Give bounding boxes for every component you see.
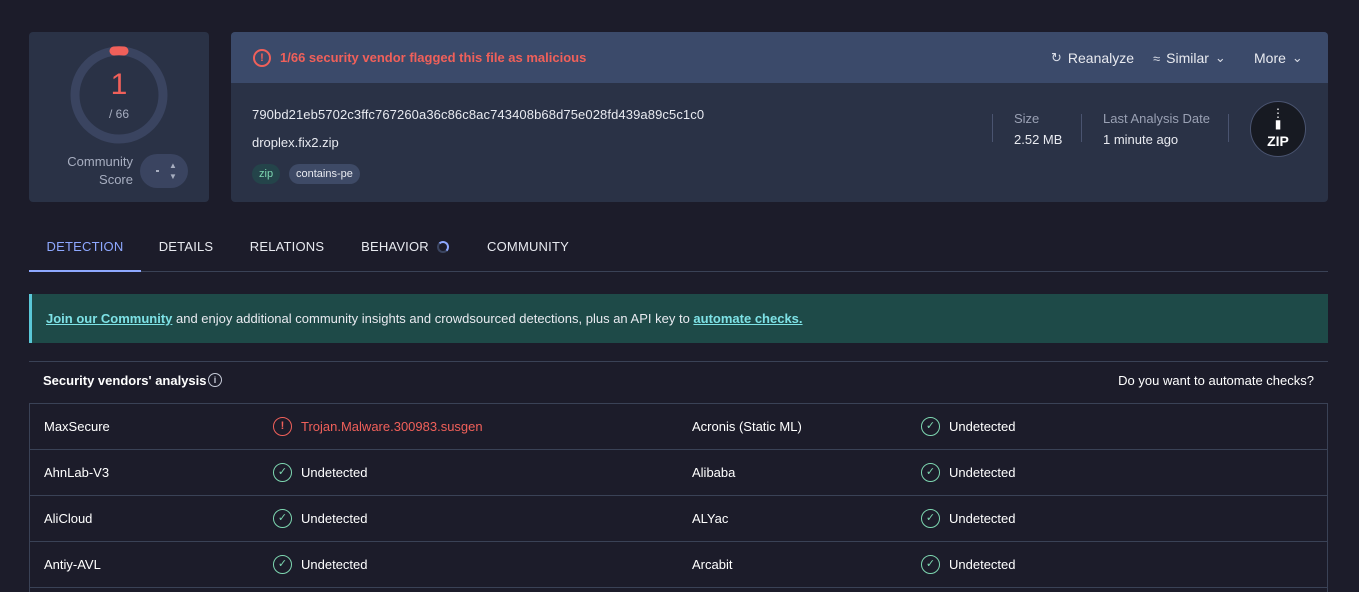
tab-relations[interactable]: RELATIONS [241, 230, 333, 272]
alert-text: 1/66 security vendor flagged this file a… [280, 50, 587, 65]
vendor-result: Undetected [301, 465, 368, 480]
join-community-link[interactable]: Join our Community [46, 311, 172, 326]
automate-checks-prompt[interactable]: Do you want to automate checks? [1118, 373, 1314, 388]
vendor-result: Undetected [949, 419, 1016, 434]
vendor-name: AliCloud [44, 511, 93, 526]
vendors-title: Security vendors' analysis [43, 373, 207, 388]
alert-bar: ! 1/66 security vendor flagged this file… [231, 32, 1328, 84]
table-row: MaxSecure ! Trojan.Malware.300983.susgen… [30, 404, 1327, 450]
check-circle-icon: ✓ [921, 555, 940, 574]
vendor-name: ALYac [692, 511, 729, 526]
alert-icon: ! [273, 417, 292, 436]
tag-zip[interactable]: zip [252, 164, 281, 184]
vendor-name: MaxSecure [44, 419, 110, 434]
alert-icon: ! [253, 49, 271, 67]
table-row: AhnLab-V3 ✓ Undetected Alibaba ✓ Undetec… [30, 450, 1327, 496]
zipper-icon: ⋮ ▮ [1272, 106, 1284, 131]
file-summary-panel: ! 1/66 security vendor flagged this file… [231, 32, 1328, 202]
tab-bar: DETECTION DETAILS RELATIONS BEHAVIOR COM… [29, 230, 1328, 272]
tab-detection[interactable]: DETECTION [29, 230, 141, 272]
similar-icon: ≈ [1153, 50, 1161, 66]
last-analysis-value: 1 minute ago [1103, 132, 1179, 147]
more-button[interactable]: More ⌄ [1254, 50, 1303, 66]
vendors-table: MaxSecure ! Trojan.Malware.300983.susgen… [29, 403, 1328, 592]
check-circle-icon: ✓ [273, 509, 292, 528]
info-icon[interactable]: i [208, 373, 222, 387]
file-hash[interactable]: 790bd21eb5702c3ffc767260a36c86c8ac743408… [252, 107, 704, 122]
community-score-vote[interactable]: ▲ ▼ [140, 154, 188, 188]
vote-up-icon[interactable]: ▲ [169, 162, 177, 170]
tag-contains-pe[interactable]: contains-pe [289, 164, 360, 184]
automate-checks-link[interactable]: automate checks. [693, 311, 802, 326]
detection-total: / 66 [108, 107, 129, 121]
file-name: droplex.fix2.zip [252, 135, 339, 150]
chevron-down-icon: ⌄ [1291, 50, 1303, 65]
last-analysis-label: Last Analysis Date [1103, 111, 1210, 126]
vendor-result: Undetected [949, 557, 1016, 572]
vendor-name: Acronis (Static ML) [692, 419, 802, 434]
table-row: AliCloud ✓ Undetected ALYac ✓ Undetected [30, 496, 1327, 542]
check-circle-icon: ✓ [921, 417, 940, 436]
vendor-result: Undetected [301, 557, 368, 572]
tab-details[interactable]: DETAILS [147, 230, 225, 272]
similar-button[interactable]: ≈ Similar ⌄ [1153, 50, 1226, 66]
check-circle-icon: ✓ [921, 463, 940, 482]
community-banner: Join our Community and enjoy additional … [29, 294, 1328, 343]
vendor-name: Alibaba [692, 465, 736, 480]
check-circle-icon: ✓ [921, 509, 940, 528]
vendors-header: Security vendors' analysis i Do you want… [29, 361, 1328, 403]
vote-down-icon[interactable]: ▼ [169, 173, 177, 181]
reanalyze-button[interactable]: ↻ Reanalyze [1051, 50, 1134, 66]
vendor-result: Undetected [949, 465, 1016, 480]
vendor-result: Undetected [301, 511, 368, 526]
vendor-name: Arcabit [692, 557, 733, 572]
tab-behavior[interactable]: BEHAVIOR [355, 230, 455, 272]
zip-file-type-icon: ⋮ ▮ ZIP [1250, 101, 1306, 157]
check-circle-icon: ✓ [273, 555, 292, 574]
size-label: Size [1014, 111, 1040, 126]
tab-community[interactable]: COMMUNITY [479, 230, 577, 272]
detection-count: 1 [110, 68, 128, 101]
loading-spinner-icon [436, 240, 449, 253]
refresh-icon: ↻ [1051, 50, 1062, 65]
vendor-name: AhnLab-V3 [44, 465, 110, 480]
check-circle-icon: ✓ [273, 463, 292, 482]
size-value: 2.52 MB [1014, 132, 1063, 147]
community-score-label: Community Score [67, 154, 133, 187]
vendor-result: Undetected [949, 511, 1016, 526]
table-row: Antiy-AVL ✓ Undetected Arcabit ✓ Undetec… [30, 542, 1327, 588]
vendor-result[interactable]: Trojan.Malware.300983.susgen [301, 419, 483, 434]
detection-score-card: 1 / 66 Community Score ▲ ▼ [29, 32, 209, 202]
vendor-name: Antiy-AVL [44, 557, 101, 572]
banner-text: and enjoy additional community insights … [172, 311, 694, 326]
chevron-down-icon: ⌄ [1214, 50, 1226, 65]
